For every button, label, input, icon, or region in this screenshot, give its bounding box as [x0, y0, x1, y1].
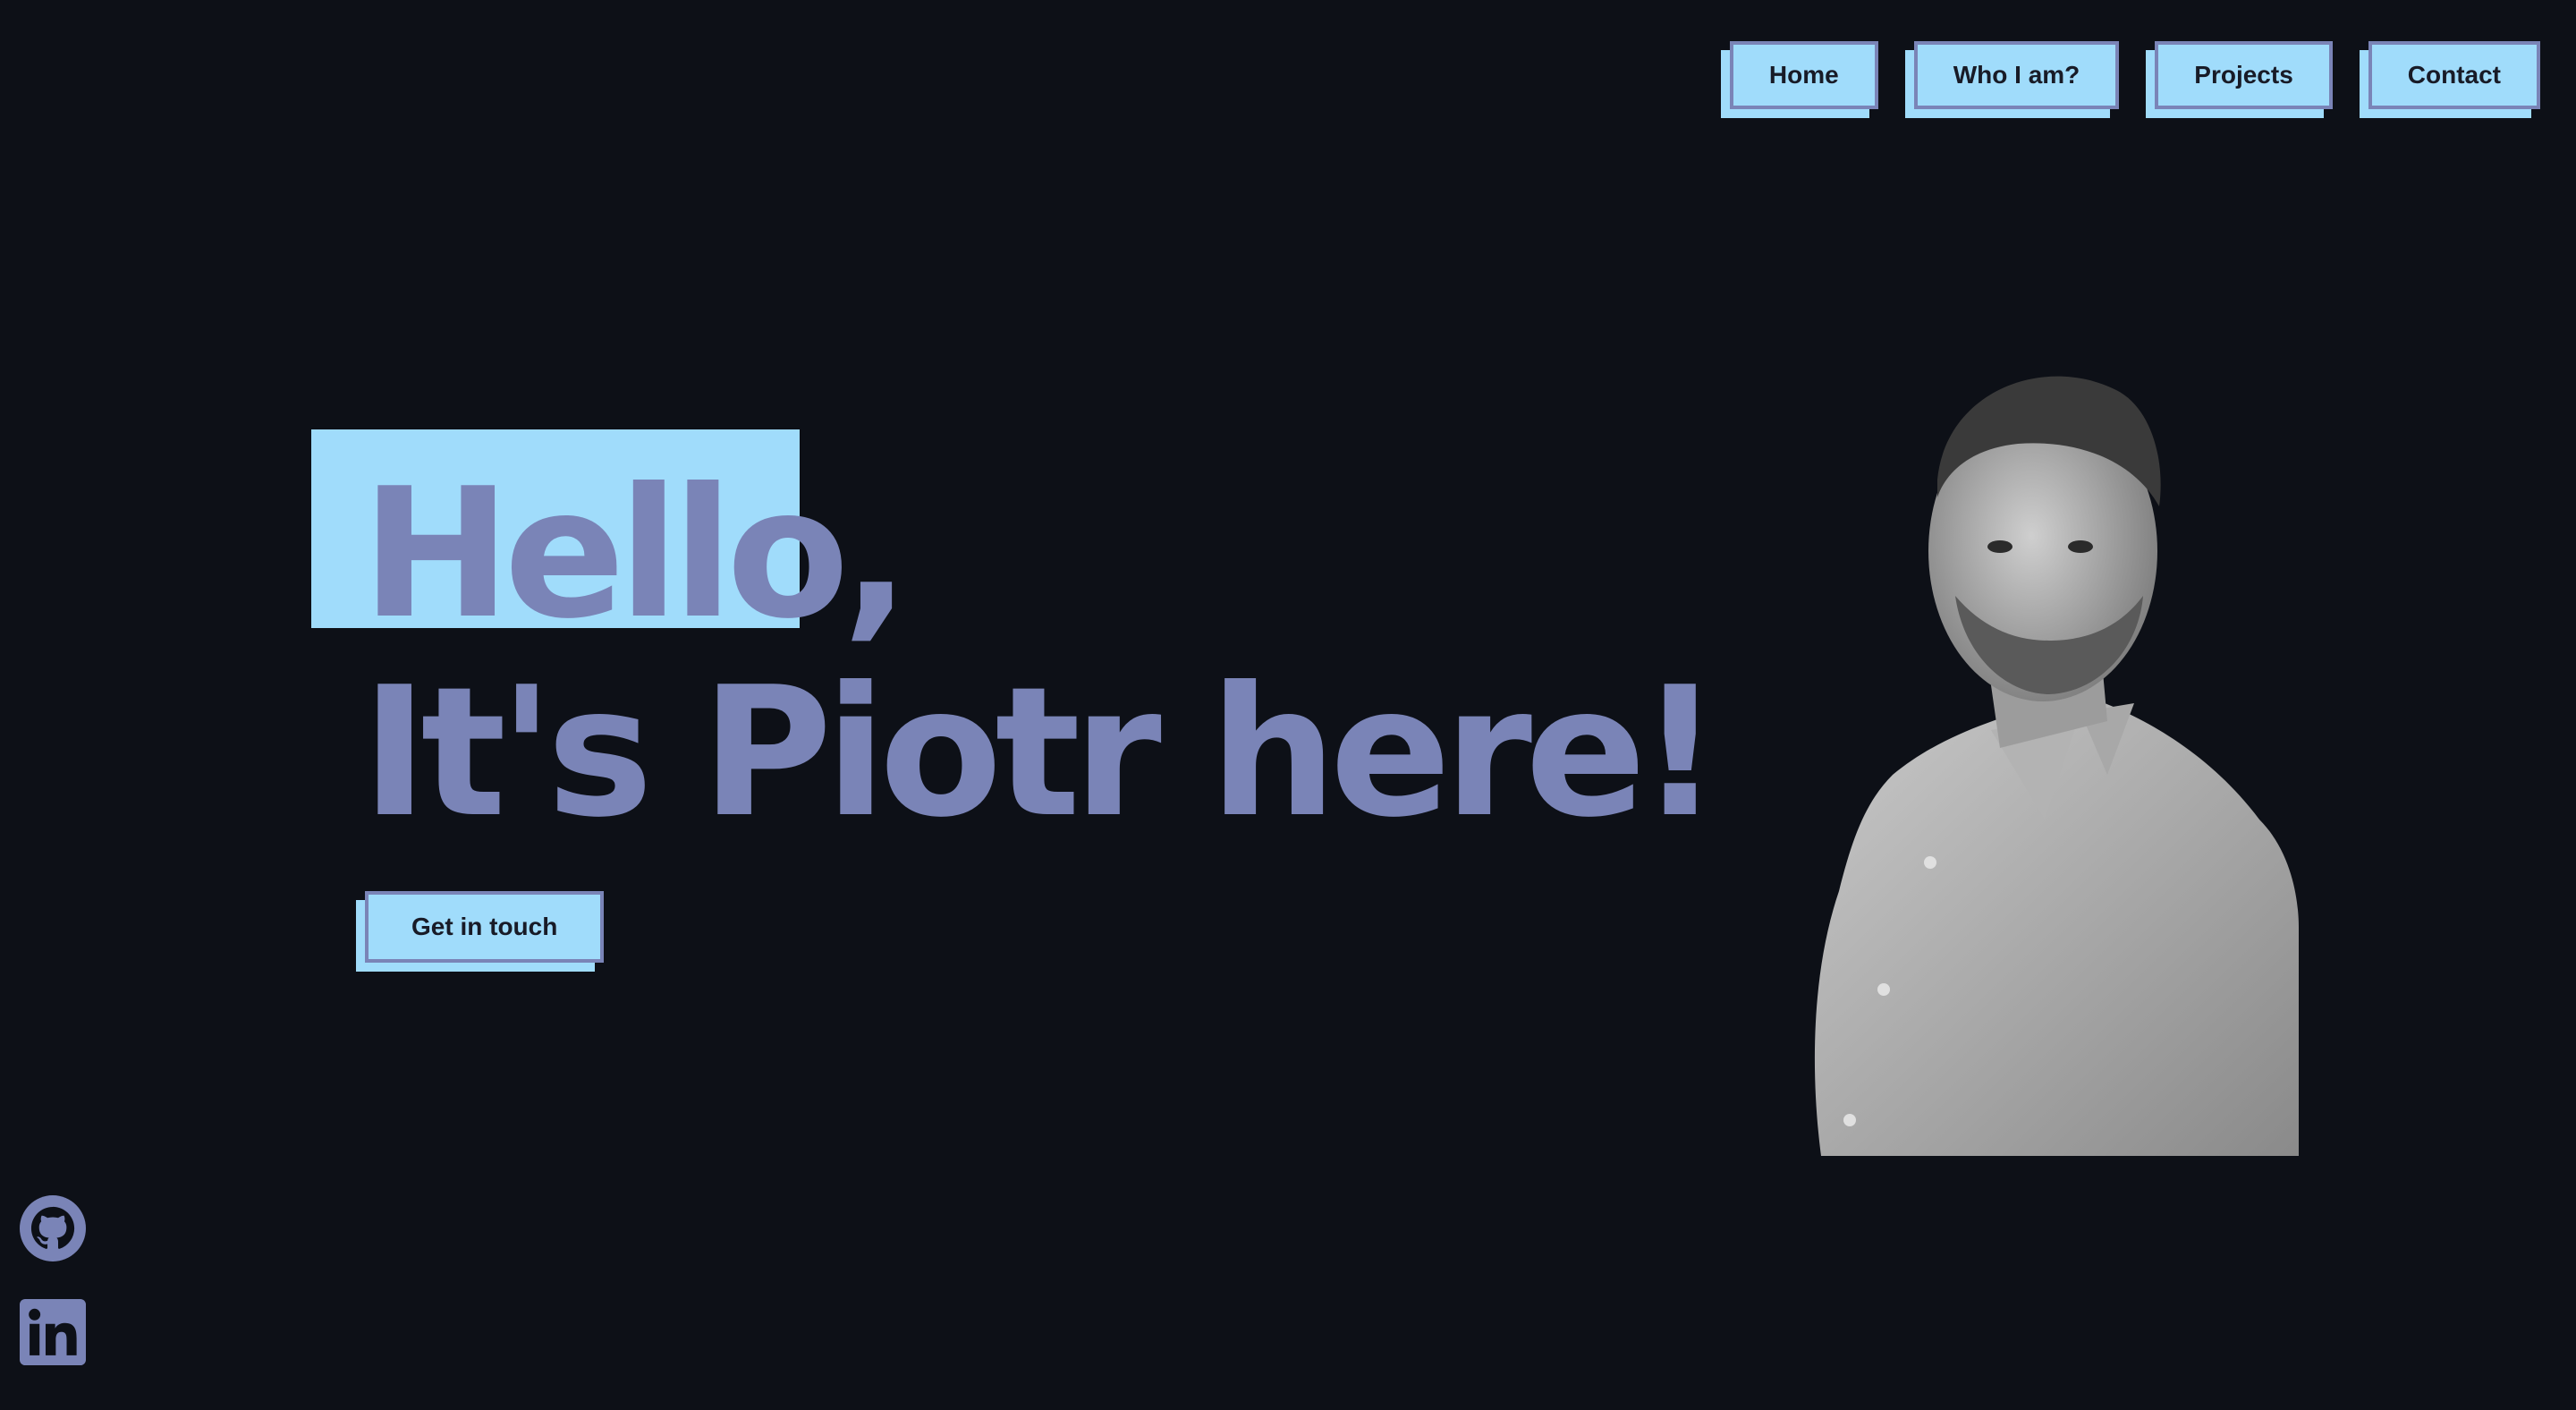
linkedin-link[interactable]: [20, 1299, 86, 1365]
nav-projects-wrap: Projects: [2146, 41, 2333, 118]
main-nav: Home Who I am? Projects Contact: [1720, 41, 2540, 118]
page: Home Who I am? Projects Contact Hello, I…: [0, 0, 2576, 1410]
nav-who-wrap: Who I am?: [1904, 41, 2120, 118]
hero-intro: It's Piotr here!: [361, 649, 1721, 857]
profile-photo: [1814, 376, 2299, 1156]
nav-who-i-am-button[interactable]: Who I am?: [1913, 41, 2120, 109]
social-links: [20, 1195, 86, 1365]
github-link[interactable]: [20, 1195, 86, 1261]
github-icon: [20, 1195, 86, 1261]
nav-projects-button[interactable]: Projects: [2155, 41, 2333, 109]
nav-contact-wrap: Contact: [2359, 41, 2540, 118]
get-in-touch-button[interactable]: Get in touch: [365, 891, 605, 963]
nav-contact-button[interactable]: Contact: [2368, 41, 2540, 109]
hero-greeting: Hello,: [361, 450, 911, 658]
linkedin-icon: [20, 1299, 86, 1365]
nav-home-wrap: Home: [1720, 41, 1878, 118]
nav-home-button[interactable]: Home: [1729, 41, 1878, 109]
cta-wrap: Get in touch: [356, 891, 605, 972]
